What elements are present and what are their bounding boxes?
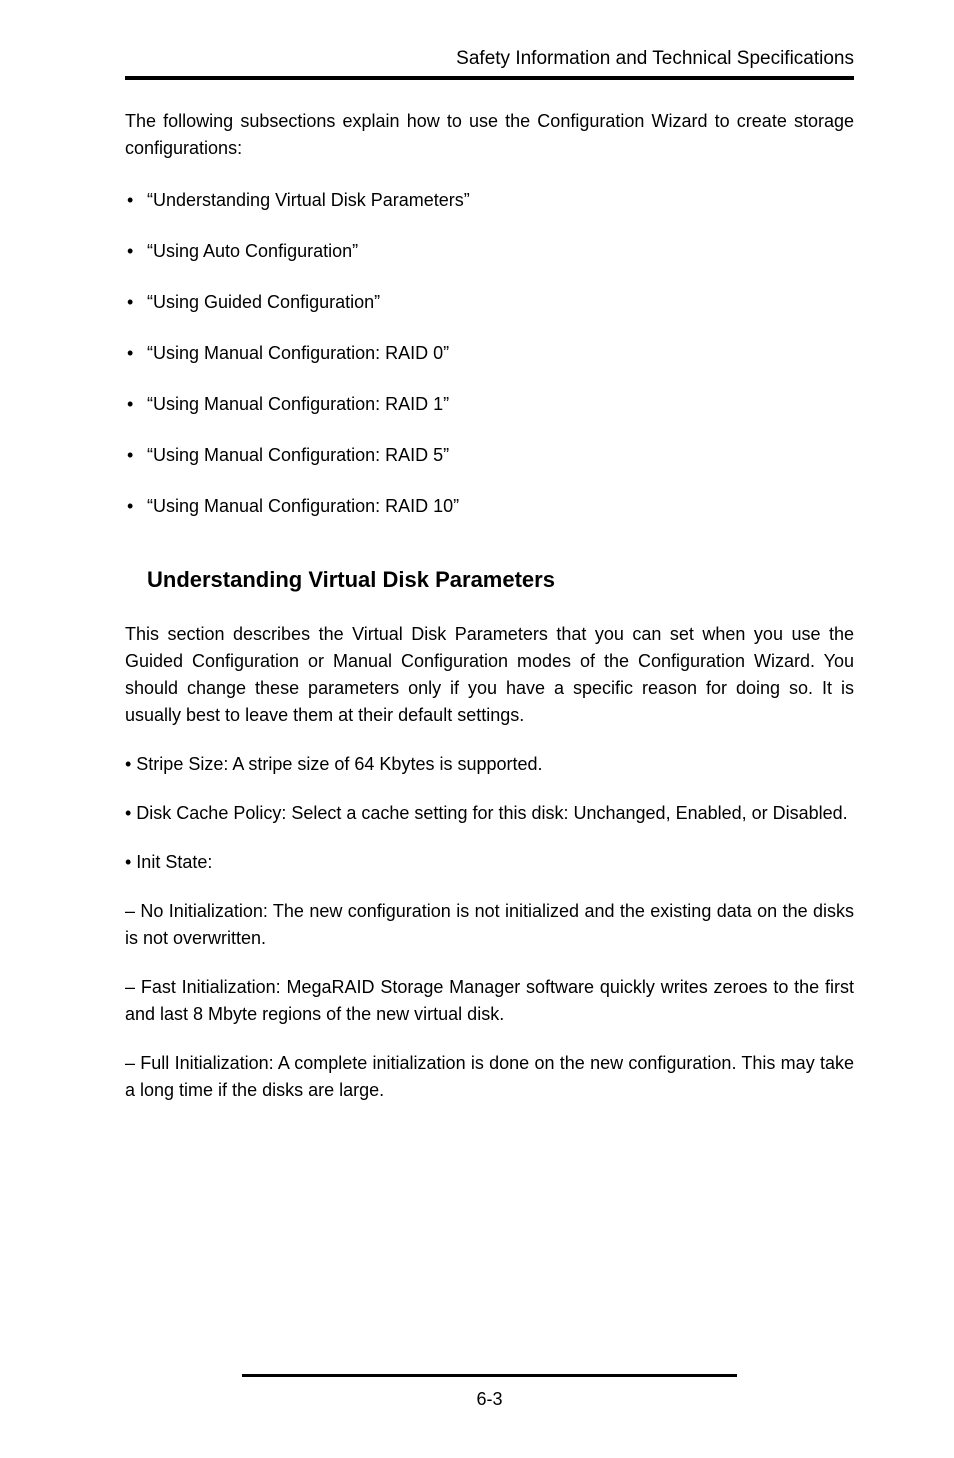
body-paragraph: • Init State: bbox=[125, 849, 854, 876]
footer-rule bbox=[242, 1374, 738, 1377]
body-paragraph: – Fast Initialization: MegaRAID Storage … bbox=[125, 974, 854, 1028]
body-paragraph: This section describes the Virtual Disk … bbox=[125, 621, 854, 729]
body-paragraph: • Disk Cache Policy: Select a cache sett… bbox=[125, 800, 854, 827]
list-item: “Using Auto Configuration” bbox=[125, 241, 854, 262]
list-item: “Using Manual Configuration: RAID 1” bbox=[125, 394, 854, 415]
list-item: “Using Manual Configuration: RAID 5” bbox=[125, 445, 854, 466]
section-heading: Understanding Virtual Disk Parameters bbox=[147, 567, 854, 593]
header-rule bbox=[125, 76, 854, 80]
list-item: “Understanding Virtual Disk Parameters” bbox=[125, 190, 854, 211]
page-number: 6-3 bbox=[125, 1389, 854, 1410]
list-item: “Using Guided Configuration” bbox=[125, 292, 854, 313]
footer: 6-3 bbox=[125, 1374, 854, 1410]
page-header: Safety Information and Technical Specifi… bbox=[125, 48, 854, 70]
bullet-list: “Understanding Virtual Disk Parameters” … bbox=[125, 190, 854, 517]
body-paragraph: – Full Initialization: A complete initia… bbox=[125, 1050, 854, 1104]
list-item: “Using Manual Configuration: RAID 10” bbox=[125, 496, 854, 517]
body-paragraph: • Stripe Size: A stripe size of 64 Kbyte… bbox=[125, 751, 854, 778]
list-item: “Using Manual Configuration: RAID 0” bbox=[125, 343, 854, 364]
intro-paragraph: The following subsections explain how to… bbox=[125, 108, 854, 162]
body-paragraph: – No Initialization: The new configurati… bbox=[125, 898, 854, 952]
